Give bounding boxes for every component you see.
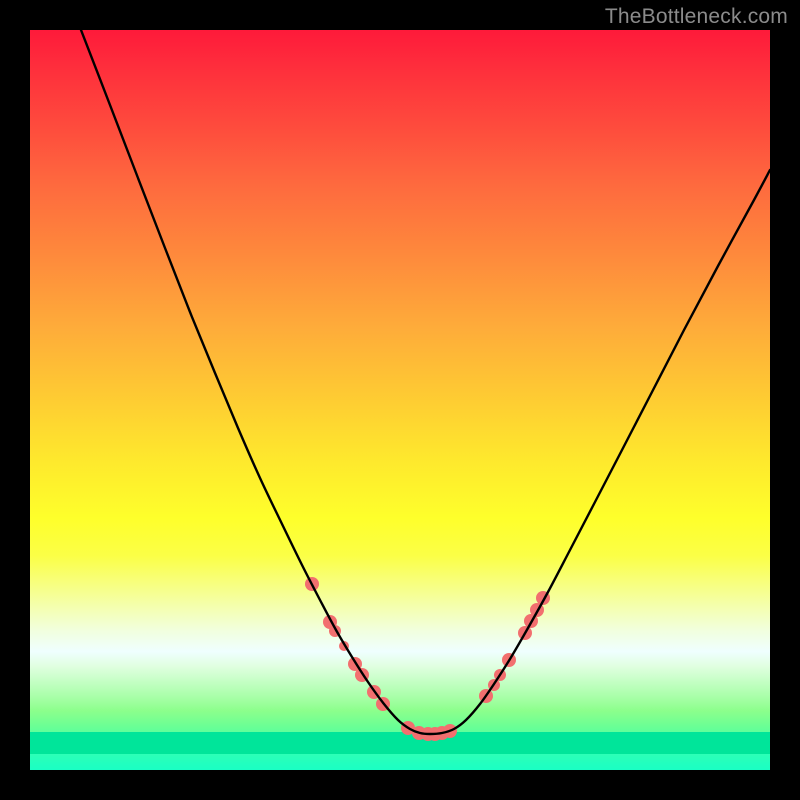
plot-area (30, 30, 770, 770)
watermark-label: TheBottleneck.com (605, 5, 788, 29)
curve-line (81, 30, 770, 734)
chart-svg (30, 30, 770, 770)
markers-group (305, 577, 550, 741)
chart-container: TheBottleneck.com (0, 0, 800, 800)
